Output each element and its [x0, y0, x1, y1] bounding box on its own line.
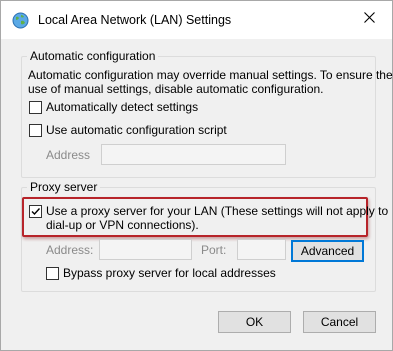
proxy-server-legend: Proxy server: [27, 180, 101, 195]
proxy-address-label: Address:: [46, 243, 94, 257]
lan-settings-dialog: Local Area Network (LAN) Settings Automa…: [0, 0, 393, 351]
ok-button[interactable]: OK: [218, 311, 291, 333]
close-button[interactable]: [346, 1, 392, 33]
title-bar: Local Area Network (LAN) Settings: [1, 1, 392, 39]
auto-detect-checkbox[interactable]: [29, 100, 42, 114]
auto-config-script-checkbox[interactable]: [29, 123, 42, 137]
cancel-button[interactable]: Cancel: [303, 311, 376, 333]
use-proxy-row[interactable]: Use a proxy server for your LAN (These s…: [29, 204, 388, 232]
auto-detect-row[interactable]: Automatically detect settings: [29, 100, 198, 114]
bypass-local-row[interactable]: Bypass proxy server for local addresses: [46, 266, 276, 280]
script-address-input[interactable]: [101, 144, 286, 165]
proxy-port-input[interactable]: [237, 239, 286, 260]
advanced-button[interactable]: Advanced: [291, 240, 364, 262]
auto-config-script-row[interactable]: Use automatic configuration script: [29, 123, 227, 137]
proxy-address-input[interactable]: [99, 239, 192, 260]
close-icon: [363, 11, 375, 23]
use-proxy-label[interactable]: Use a proxy server for your LAN (These s…: [46, 204, 388, 232]
bypass-local-label[interactable]: Bypass proxy server for local addresses: [63, 266, 276, 280]
auto-config-script-label[interactable]: Use automatic configuration script: [46, 123, 227, 137]
bypass-local-checkbox[interactable]: [46, 266, 59, 280]
checkmark-icon: [31, 208, 41, 216]
network-globe-icon: [12, 12, 29, 29]
use-proxy-checkbox[interactable]: [29, 205, 42, 218]
automatic-configuration-legend: Automatic configuration: [27, 49, 159, 64]
window-title: Local Area Network (LAN) Settings: [38, 13, 232, 27]
script-address-label: Address: [46, 148, 91, 162]
auto-detect-label[interactable]: Automatically detect settings: [46, 100, 198, 114]
proxy-port-label: Port:: [201, 243, 227, 257]
automatic-configuration-description: Automatic configuration may override man…: [28, 68, 393, 96]
